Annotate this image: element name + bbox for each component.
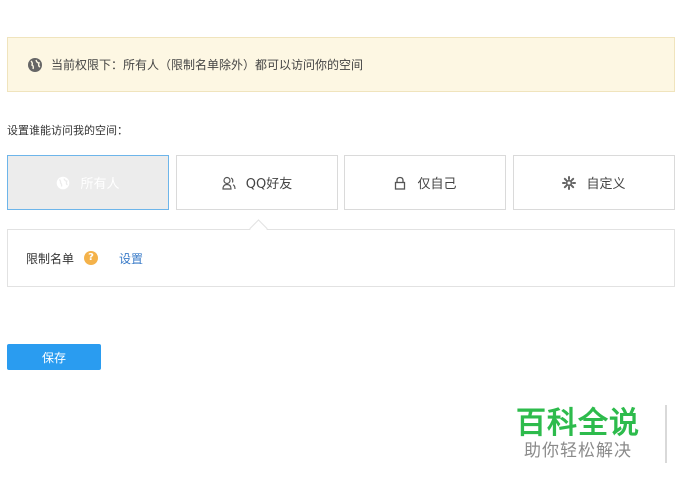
option-custom[interactable]: 自定义	[513, 155, 675, 210]
restriction-list-panel: 限制名单 ? 设置	[7, 229, 675, 287]
option-qq-friends[interactable]: QQ好友	[176, 155, 338, 210]
option-only-me-label: 仅自己	[417, 177, 457, 192]
option-custom-label: 自定义	[586, 177, 626, 192]
help-icon[interactable]: ?	[84, 251, 99, 265]
option-qq-friends-label: QQ好友	[245, 177, 293, 192]
lock-icon	[393, 176, 407, 190]
save-button[interactable]: 保存	[7, 344, 101, 370]
access-setting-label: 设置谁能访问我的空间：	[7, 124, 128, 137]
option-only-me[interactable]: 仅自己	[344, 155, 506, 210]
gear-icon	[562, 175, 577, 190]
permission-notice: 当前权限下：所有人（限制名单除外）都可以访问你的空间	[7, 37, 675, 92]
friends-icon	[222, 176, 236, 190]
option-everyone-label: 所有人	[80, 177, 120, 192]
restriction-settings-link[interactable]: 设置	[119, 250, 143, 267]
watermark-subtitle: 助你轻松解决	[524, 441, 632, 461]
access-options: 所有人 QQ好友 仅自己 自定义	[7, 155, 675, 210]
restriction-list-label: 限制名单	[26, 251, 75, 266]
notice-text: 当前权限下：所有人（限制名单除外）都可以访问你的空间	[51, 58, 364, 72]
globe-icon	[27, 57, 43, 73]
globe-icon	[56, 176, 70, 190]
watermark-divider	[665, 405, 667, 463]
option-everyone[interactable]: 所有人	[7, 155, 169, 210]
